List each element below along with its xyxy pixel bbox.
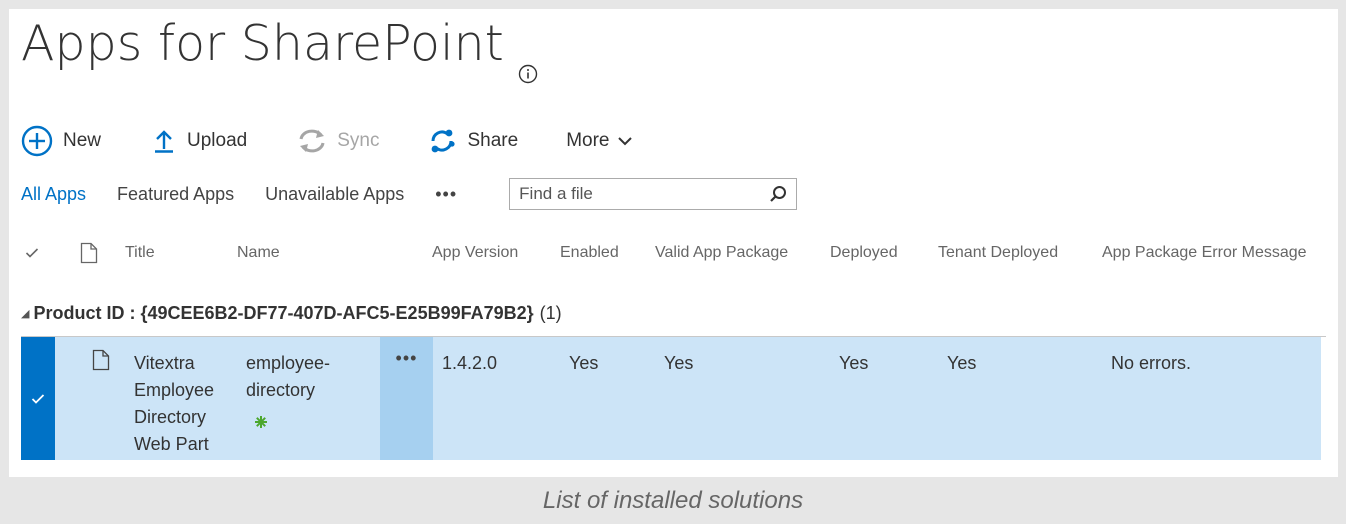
cell-title[interactable]: Vitextra Employee Directory Web Part (134, 350, 234, 458)
cell-name-text[interactable]: employee-directory (246, 353, 330, 400)
cell-name: employee-directory (246, 350, 361, 437)
search-box (509, 178, 798, 210)
upload-button-label: Upload (187, 130, 248, 151)
cell-enabled: Yes (569, 353, 599, 373)
row-select-checkbox[interactable] (21, 337, 55, 460)
sync-icon (299, 129, 325, 153)
cell-tenant-deployed: Yes (947, 353, 977, 373)
upload-button[interactable]: Upload (151, 128, 247, 154)
view-featured-apps[interactable]: Featured Apps (117, 184, 234, 205)
more-button-label: More (566, 130, 610, 151)
search-icon[interactable] (769, 185, 787, 203)
cell-deployed: Yes (839, 353, 869, 373)
table-header: Title Name App Version Enabled Valid App… (9, 239, 1338, 271)
cell-valid-app-package: Yes (664, 353, 694, 373)
column-enabled[interactable]: Enabled (560, 244, 619, 262)
view-all-apps[interactable]: All Apps (21, 184, 86, 205)
page-title: Apps for SharePoint (21, 15, 538, 83)
column-valid-app-package[interactable]: Valid App Package (655, 244, 788, 262)
share-button[interactable]: Share (427, 127, 518, 155)
share-button-label: Share (467, 130, 519, 151)
share-icon (431, 129, 456, 153)
sync-button-label: Sync (337, 130, 380, 151)
column-error-message[interactable]: App Package Error Message (1102, 244, 1307, 262)
figure-caption: List of installed solutions (542, 486, 804, 514)
view-selector: All Apps Featured Apps Unavailable Apps … (21, 178, 798, 210)
column-deployed[interactable]: Deployed (830, 244, 898, 262)
new-item-icon (254, 410, 268, 437)
info-icon[interactable] (518, 39, 538, 83)
more-button[interactable]: More (566, 130, 633, 152)
cell-app-version: 1.4.2.0 (442, 353, 498, 373)
column-name[interactable]: Name (237, 244, 280, 262)
add-circle-icon (21, 125, 53, 157)
file-icon (92, 349, 110, 376)
search-input[interactable] (519, 184, 750, 204)
row-open-menu-button[interactable]: ••• (380, 337, 433, 460)
column-tenant-deployed[interactable]: Tenant Deployed (938, 244, 1058, 262)
column-app-version[interactable]: App Version (432, 244, 518, 262)
column-title[interactable]: Title (125, 244, 155, 262)
new-button[interactable]: New (21, 125, 101, 157)
table-row[interactable]: Vitextra Employee Directory Web Part emp… (21, 337, 1321, 460)
upload-arrow-icon (155, 130, 174, 153)
chevron-down-icon (618, 137, 633, 146)
page-title-text: Apps for SharePoint (21, 15, 504, 72)
views-more-button[interactable]: ••• (435, 184, 457, 205)
sync-button[interactable]: Sync (297, 127, 379, 155)
group-count: (1) (539, 303, 562, 323)
group-header[interactable]: ◢ Product ID : {49CEE6B2-DF77-407D-AFC5-… (21, 303, 562, 324)
group-label: Product ID : {49CEE6B2-DF77-407D-AFC5-E2… (33, 303, 534, 323)
new-button-label: New (63, 130, 102, 151)
collapse-triangle-icon[interactable]: ◢ (21, 307, 29, 320)
checkmark-icon (31, 393, 45, 404)
select-all-checkmark-icon[interactable] (25, 246, 39, 264)
list-view-panel: Apps for SharePoint New Upload Sync Shar… (9, 9, 1338, 477)
command-bar: New Upload Sync Share More (21, 121, 669, 161)
view-unavailable-apps[interactable]: Unavailable Apps (265, 184, 404, 205)
row-ellipsis-icon: ••• (395, 348, 418, 368)
cell-error-message: No errors. (1111, 353, 1192, 373)
document-type-icon (80, 242, 98, 269)
